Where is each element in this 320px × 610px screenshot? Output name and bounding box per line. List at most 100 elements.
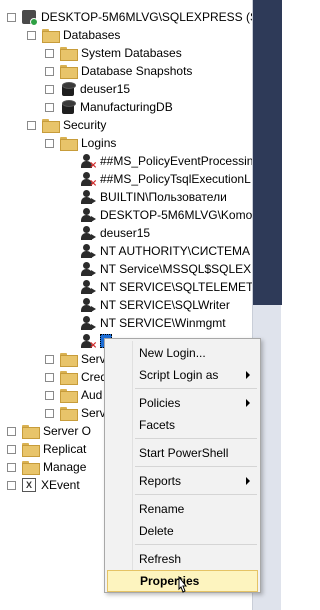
- folder-icon: [22, 461, 40, 475]
- tree-node-login-4[interactable]: DESKTOP-5M6MLVG\Komo: [80, 206, 252, 224]
- tree-node-login-10[interactable]: NT SERVICE\Winmgmt: [80, 314, 226, 332]
- disabled-login-icon: ×: [80, 153, 97, 171]
- expand-icon[interactable]: [7, 444, 16, 454]
- tree-node-replication[interactable]: Replicat: [7, 440, 86, 458]
- menu-item-rename[interactable]: Rename: [107, 498, 258, 520]
- tree-node-security[interactable]: Security: [27, 116, 106, 134]
- tree-node-login-3[interactable]: BUILTIN\Пользователи: [80, 188, 227, 206]
- expand-icon[interactable]: [7, 480, 16, 490]
- tree-node-label: Server O: [43, 424, 92, 438]
- tree-node-server-audit-specs[interactable]: Serv: [45, 404, 106, 422]
- expand-icon[interactable]: [45, 84, 54, 94]
- disabled-login-icon: ×: [80, 171, 97, 189]
- menu-item-label: Policies: [139, 396, 181, 410]
- tree-node-label: ManufacturingDB: [80, 100, 173, 114]
- tree-node-login-9[interactable]: NT SERVICE\SQLWriter: [80, 296, 230, 314]
- tree-node-label: BUILTIN\Пользователи: [100, 190, 227, 204]
- menu-item-script-login-as[interactable]: Script Login as: [107, 364, 258, 386]
- tree-node-label: Logins: [81, 136, 117, 150]
- menu-item-reports[interactable]: Reports: [107, 470, 258, 492]
- menu-item-start-powershell[interactable]: Start PowerShell: [107, 442, 258, 464]
- folder-icon: [60, 407, 78, 421]
- folder-icon: [60, 47, 78, 61]
- login-icon: [80, 279, 96, 295]
- tree-node-manufacturingdb[interactable]: ManufacturingDB: [45, 98, 173, 116]
- expand-icon[interactable]: [7, 426, 16, 436]
- expand-icon[interactable]: [7, 462, 16, 472]
- tree-node-databases[interactable]: Databases: [27, 26, 120, 44]
- expand-icon[interactable]: [45, 66, 54, 76]
- submenu-arrow-icon: [246, 477, 250, 485]
- menu-item-facets[interactable]: Facets: [107, 414, 258, 436]
- tree-node-label: Manage: [43, 460, 87, 474]
- mouse-cursor-icon: [178, 576, 188, 593]
- menu-item-label: Script Login as: [139, 368, 219, 382]
- expand-icon[interactable]: [45, 102, 54, 112]
- tree-node-label: DESKTOP-5M6MLVG\Komo: [100, 208, 252, 222]
- tree-node-login-8[interactable]: NT SERVICE\SQLTELEMETRY: [80, 278, 252, 296]
- tree-node-label: Databases: [63, 28, 121, 42]
- server-icon: [22, 10, 38, 26]
- tree-node-label: DESKTOP-5M6MLVG\SQLEXPRESS (SQL: [41, 10, 252, 24]
- tree-node-label: NT Service\MSSQL$SQLEXPI: [100, 262, 252, 276]
- tree-node-login-5[interactable]: deuser15: [80, 224, 150, 242]
- tree-node-database-snapshots[interactable]: Database Snapshots: [45, 62, 192, 80]
- tree-node-management[interactable]: Manage: [7, 458, 86, 476]
- tree-node-server[interactable]: DESKTOP-5M6MLVG\SQLEXPRESS (SQL: [7, 8, 252, 26]
- folder-icon: [60, 389, 78, 403]
- tree-node-deuser15-db[interactable]: deuser15: [45, 80, 130, 98]
- menu-item-label: Rename: [139, 502, 185, 516]
- login-icon: [80, 189, 96, 205]
- folder-icon: [42, 29, 60, 43]
- menu-item-label: Start PowerShell: [139, 446, 229, 460]
- xevent-icon: X: [22, 478, 36, 492]
- tree-node-login-1[interactable]: × ##MS_PolicyEventProcessin: [80, 152, 252, 171]
- tree-node-system-databases[interactable]: System Databases: [45, 44, 182, 62]
- disabled-login-icon: ×: [80, 333, 97, 351]
- tree-node-label: NT SERVICE\SQLWriter: [100, 298, 230, 312]
- folder-icon: [42, 119, 60, 133]
- tree-node-login-6[interactable]: NT AUTHORITY\СИСТЕМА: [80, 242, 250, 260]
- collapse-icon[interactable]: [45, 138, 54, 148]
- menu-item-policies[interactable]: Policies: [107, 392, 258, 414]
- expand-icon[interactable]: [45, 354, 54, 364]
- folder-icon: [60, 137, 78, 151]
- tree-node-label: XEvent: [41, 478, 80, 492]
- tree-node-label: NT SERVICE\Winmgmt: [100, 316, 226, 330]
- tree-node-label: Aud: [81, 388, 103, 402]
- login-icon: [80, 297, 96, 313]
- submenu-arrow-icon: [246, 399, 250, 407]
- expand-icon[interactable]: [45, 390, 54, 400]
- menu-item-label: Properties: [140, 574, 200, 588]
- tree-node-credentials[interactable]: Cred: [45, 368, 107, 386]
- menu-item-delete[interactable]: Delete: [107, 520, 258, 542]
- scrollbar-dark-region: [253, 0, 282, 305]
- submenu-arrow-icon: [246, 371, 250, 379]
- folder-icon: [60, 65, 78, 79]
- tree-node-label: Serv: [81, 406, 106, 420]
- folder-icon: [22, 425, 40, 439]
- tree-node-label: Database Snapshots: [81, 64, 193, 78]
- collapse-icon[interactable]: [27, 120, 36, 130]
- database-icon: [62, 100, 76, 114]
- tree-node-login-7[interactable]: NT Service\MSSQL$SQLEXPI: [80, 260, 252, 278]
- tree-node-login-2[interactable]: × ##MS_PolicyTsqlExecutionL: [80, 170, 251, 189]
- menu-item-new-login[interactable]: New Login...: [107, 342, 258, 364]
- tree-node-server-roles[interactable]: Serv: [45, 350, 106, 368]
- folder-icon: [22, 443, 40, 457]
- menu-separator: [135, 494, 257, 495]
- tree-node-xevent[interactable]: X XEvent: [7, 476, 80, 494]
- expand-icon[interactable]: [45, 48, 54, 58]
- tree-node-audits[interactable]: Aud: [45, 386, 102, 404]
- tree-node-label: deuser15: [100, 226, 151, 240]
- folder-icon: [60, 353, 78, 367]
- tree-node-label: System Databases: [81, 46, 182, 60]
- tree-node-server-objects[interactable]: Server O: [7, 422, 91, 440]
- menu-separator: [135, 388, 257, 389]
- tree-node-logins[interactable]: Logins: [45, 134, 116, 152]
- collapse-icon[interactable]: [7, 12, 16, 22]
- collapse-icon[interactable]: [27, 30, 36, 40]
- menu-item-refresh[interactable]: Refresh: [107, 548, 258, 570]
- expand-icon[interactable]: [45, 372, 54, 382]
- expand-icon[interactable]: [45, 408, 54, 418]
